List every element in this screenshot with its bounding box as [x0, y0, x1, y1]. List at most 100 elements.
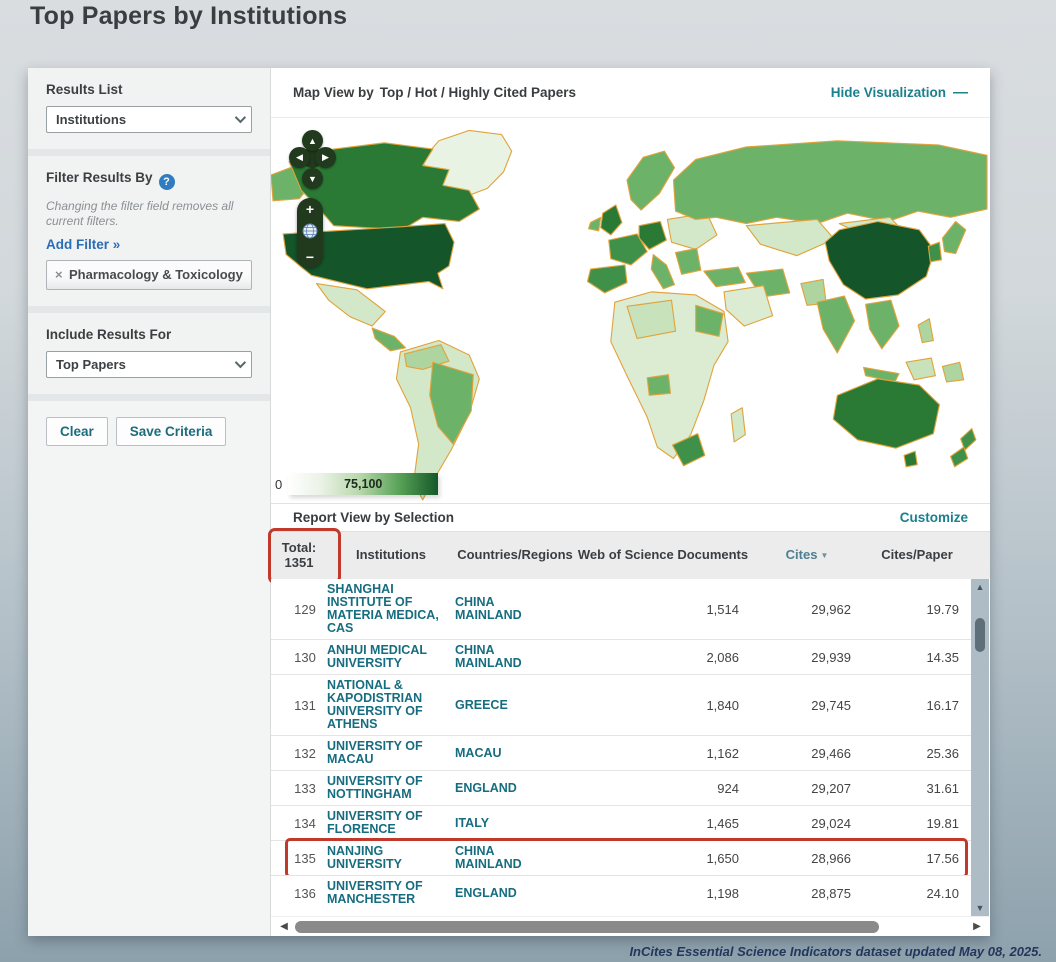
cites-cell: 29,939: [811, 649, 851, 665]
results-list-label: Results List: [46, 82, 123, 97]
table-row[interactable]: 131 NATIONAL & KAPODISTRIAN UNIVERSITY OF…: [271, 674, 971, 735]
rank-cell: 134: [294, 815, 316, 831]
cites-per-paper-cell: 25.36: [926, 745, 959, 761]
column-wos-documents: Web of Science Documents: [577, 547, 749, 563]
total-label: Total:: [281, 539, 317, 555]
scroll-left-icon[interactable]: ◀: [277, 921, 291, 932]
hide-visualization-link[interactable]: Hide Visualization —: [831, 84, 968, 101]
include-dropdown[interactable]: Top Papers: [46, 350, 252, 378]
pan-right-button[interactable]: ▶: [315, 147, 336, 168]
filter-label: Filter Results By?: [46, 170, 252, 190]
map-view-title: Map View by Top / Hot / Highly Cited Pape…: [293, 85, 576, 100]
sidebar-buttons: Clear Save Criteria: [28, 400, 270, 462]
vertical-scrollbar[interactable]: ▲ ▼: [971, 579, 989, 916]
filter-chip-label: Pharmacology & Toxicology: [69, 267, 243, 282]
scroll-down-icon[interactable]: ▼: [976, 903, 985, 913]
pan-down-button[interactable]: ▼: [302, 168, 323, 189]
page-title: Top Papers by Institutions: [30, 2, 348, 30]
documents-cell: 1,198: [706, 885, 739, 901]
table-row[interactable]: 132 UNIVERSITY OF MACAU MACAU 1,162 29,466 25…: [271, 735, 971, 770]
vertical-scroll-thumb[interactable]: [975, 618, 985, 652]
world-choropleth-map[interactable]: [271, 118, 989, 503]
zoom-in-button[interactable]: +: [306, 202, 314, 216]
rank-cell: 131: [294, 697, 316, 713]
add-filter-link[interactable]: Add Filter »: [46, 237, 252, 252]
vertical-scroll-track[interactable]: [971, 592, 989, 903]
filter-section: Filter Results By? Changing the filter f…: [28, 156, 270, 306]
table-row[interactable]: 130 ANHUI MEDICAL UNIVERSITY CHINA MAINLAN…: [271, 639, 971, 674]
country-link[interactable]: CHINA MAINLAND: [455, 596, 575, 622]
dataset-update-note: InCites Essential Science Indicators dat…: [629, 944, 1042, 959]
help-icon[interactable]: ?: [158, 174, 175, 190]
cites-per-paper-cell: 19.79: [926, 601, 959, 617]
horizontal-scroll-track[interactable]: [291, 920, 970, 934]
country-link[interactable]: MACAU: [455, 746, 575, 760]
results-list-dropdown[interactable]: Institutions: [46, 106, 252, 133]
documents-cell: 1,514: [706, 601, 739, 617]
customize-link[interactable]: Customize: [900, 510, 968, 525]
cites-cell: 29,962: [811, 601, 851, 617]
legend-max-value: 75,100: [344, 477, 383, 491]
cites-per-paper-cell: 31.61: [926, 780, 959, 796]
institution-link[interactable]: ANHUI MEDICAL UNIVERSITY: [327, 644, 455, 670]
cites-per-paper-cell: 14.35: [926, 649, 959, 665]
results-list-value: Institutions: [56, 112, 127, 127]
rank-cell: 130: [294, 649, 316, 665]
table-header: Total: 1351 Institutions Countries/Regio…: [268, 528, 990, 584]
filter-label-text: Filter Results By: [46, 170, 153, 185]
legend-min-value: 0: [275, 476, 283, 492]
column-institutions: Institutions: [355, 547, 427, 563]
cites-cell: 29,207: [811, 780, 851, 796]
documents-cell: 1,465: [706, 815, 739, 831]
column-cites-label: Cites: [785, 547, 818, 563]
country-link[interactable]: CHINA MAINLAND: [455, 644, 575, 670]
column-cites-sort[interactable]: Cites ▼: [751, 547, 863, 563]
institution-link[interactable]: UNIVERSITY OF FLORENCE: [327, 810, 455, 836]
country-link[interactable]: GREECE: [455, 698, 575, 712]
content: Map View by Top / Hot / Highly Cited Pape…: [268, 68, 990, 936]
rank-cell: 133: [294, 780, 316, 796]
horizontal-scrollbar[interactable]: ◀ ▶: [271, 916, 990, 936]
save-criteria-button[interactable]: Save Criteria: [115, 416, 227, 446]
column-countries: Countries/Regions: [457, 547, 573, 563]
table-row-highlighted[interactable]: 135 NANJING UNIVERSITY CHINA MAINLAND 1,650…: [271, 838, 971, 878]
cites-per-paper-cell: 19.81: [926, 815, 959, 831]
rank-cell: 136: [294, 885, 316, 901]
institution-link[interactable]: UNIVERSITY OF NOTTINGHAM: [327, 775, 455, 801]
country-link[interactable]: ENGLAND: [455, 886, 575, 900]
country-link[interactable]: ENGLAND: [455, 781, 575, 795]
horizontal-scroll-thumb[interactable]: [295, 920, 879, 933]
globe-icon[interactable]: [302, 223, 318, 244]
table-row[interactable]: 136 UNIVERSITY OF MANCHESTER ENGLAND 1,198 2…: [271, 875, 971, 910]
institution-link[interactable]: NATIONAL & KAPODISTRIAN UNIVERSITY OF AT…: [327, 679, 455, 731]
sidebar-filler: [28, 461, 270, 936]
clear-button[interactable]: Clear: [46, 416, 108, 446]
institution-link[interactable]: UNIVERSITY OF MANCHESTER: [327, 880, 455, 906]
pan-left-button[interactable]: ◀: [289, 147, 310, 168]
country-link[interactable]: ITALY: [455, 816, 575, 830]
collapse-icon: —: [953, 84, 968, 101]
table-row[interactable]: 134 UNIVERSITY OF FLORENCE ITALY 1,465 29,02…: [271, 805, 971, 840]
results-list-section: Results List Institutions: [28, 68, 270, 149]
map-legend: 0 75,100: [275, 473, 439, 495]
map-header: Map View by Top / Hot / Highly Cited Pape…: [271, 68, 990, 118]
country-link[interactable]: CHINA MAINLAND: [455, 845, 575, 871]
cites-cell: 29,466: [811, 745, 851, 761]
institution-link[interactable]: UNIVERSITY OF MACAU: [327, 740, 455, 766]
table-row[interactable]: 129 SHANGHAI INSTITUTE OF MATERIA MEDICA,…: [271, 579, 971, 639]
hide-visualization-label: Hide Visualization: [830, 85, 946, 100]
filter-note: Changing the filter field removes all cu…: [46, 199, 234, 228]
scroll-up-icon[interactable]: ▲: [976, 582, 985, 592]
scroll-right-icon[interactable]: ▶: [970, 921, 984, 932]
include-value: Top Papers: [56, 356, 126, 372]
table-row[interactable]: 133 UNIVERSITY OF NOTTINGHAM ENGLAND 924 29,…: [271, 770, 971, 805]
chevron-down-icon: [234, 356, 247, 368]
map-title-value: Top / Hot / Highly Cited Papers: [379, 85, 577, 100]
institution-link[interactable]: SHANGHAI INSTITUTE OF MATERIA MEDICA, CA…: [327, 583, 455, 635]
main-panel: Results List Institutions Filter Results…: [28, 68, 990, 936]
institution-link[interactable]: NANJING UNIVERSITY: [327, 845, 455, 871]
zoom-out-button[interactable]: −: [306, 250, 314, 264]
documents-cell: 2,086: [706, 649, 739, 665]
map-area: ▲ ◀ ▶ ▼ + − 0 75,100: [271, 118, 990, 503]
remove-filter-icon[interactable]: ×: [55, 267, 63, 283]
